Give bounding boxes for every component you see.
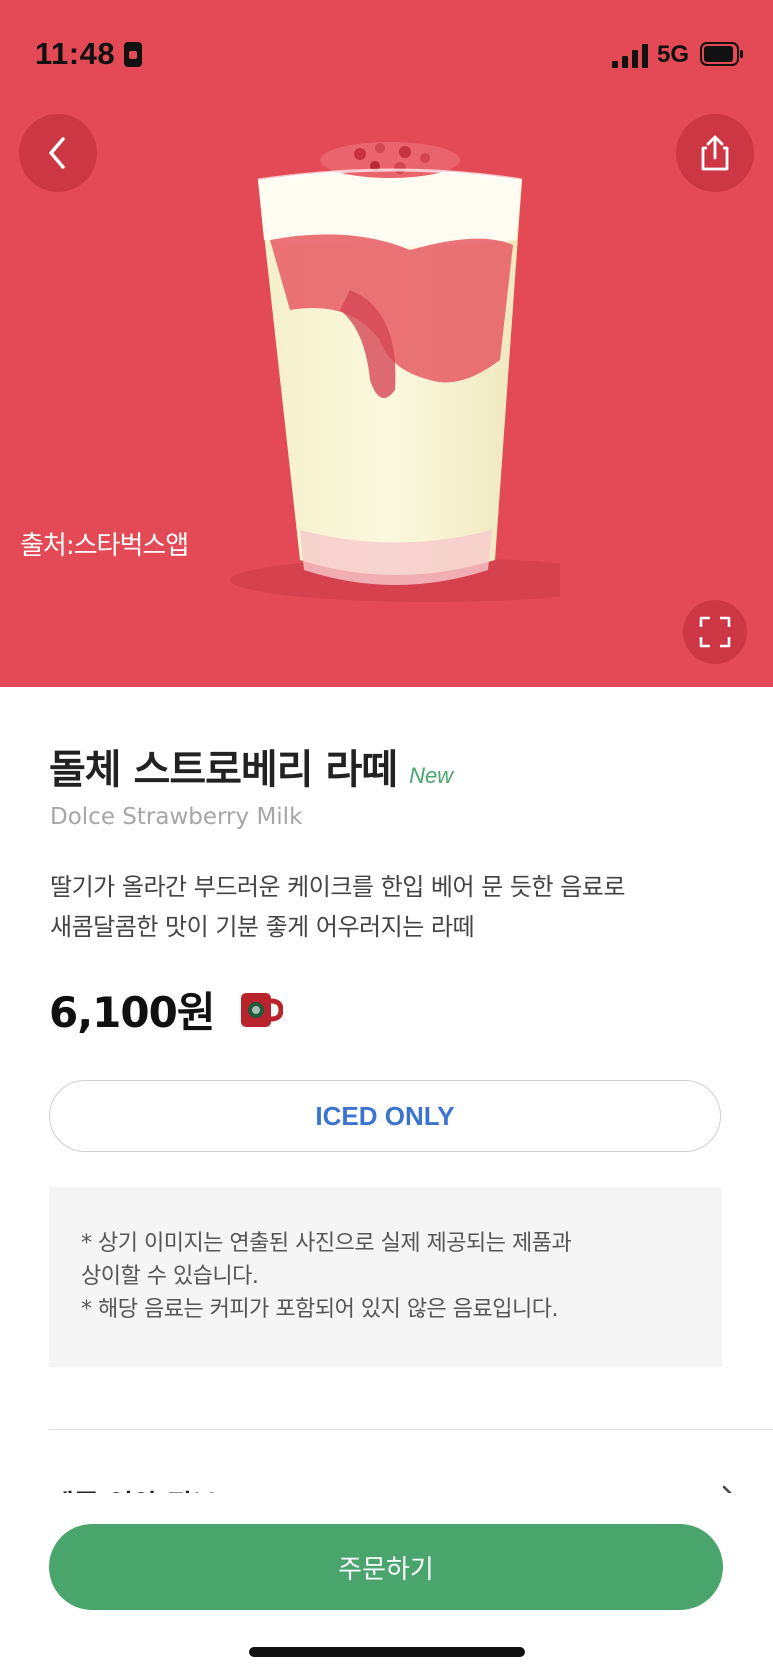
network-label: 5G — [657, 41, 690, 68]
notice-box: * 상기 이미지는 연출된 사진으로 실제 제공되는 제품과 상이할 수 있습니… — [49, 1187, 722, 1367]
drink-illustration — [230, 142, 560, 602]
description-line: 새콤달콤한 맛이 기분 좋게 어우러지는 라떼 — [50, 913, 475, 941]
mug-icon — [240, 992, 283, 1027]
product-name: 돌체 스트로베리 라떼 — [49, 747, 398, 793]
product-description: 딸기가 올라간 부드러운 케이크를 한입 베어 문 듯한 음료로 새콤달콤한 맛… — [50, 867, 730, 947]
notice-line: * 상기 이미지는 연출된 사진으로 실제 제공되는 제품과 — [81, 1231, 572, 1256]
product-price: 6,100원 — [49, 988, 215, 1037]
status-bar: 11:48 5G — [0, 0, 773, 110]
product-english-name: Dolce Strawberry Milk — [50, 804, 303, 830]
back-chevron-icon — [49, 137, 65, 169]
image-source-watermark: 출처:스타벅스앱 — [20, 531, 189, 561]
temperature-option[interactable]: ICED ONLY — [49, 1080, 721, 1152]
share-button[interactable] — [676, 114, 754, 192]
product-hero-image: 11:48 5G 출처:스타벅스앱 — [0, 0, 773, 687]
signal-icon — [612, 44, 648, 68]
fullscreen-button[interactable] — [683, 600, 747, 664]
product-title-row: 돌체 스트로베리 라떼 New — [49, 737, 453, 795]
fullscreen-icon — [699, 616, 731, 648]
share-icon — [701, 135, 729, 171]
focus-mode-icon — [124, 42, 142, 67]
notice-line: * 해당 음료는 커피가 포함되어 있지 않은 음료입니다. — [81, 1297, 559, 1322]
home-indicator — [249, 1647, 525, 1657]
section-divider — [49, 1429, 773, 1430]
price-row: 6,100원 — [49, 979, 283, 1040]
order-button[interactable]: 주문하기 — [49, 1524, 723, 1610]
notice-line: 상이할 수 있습니다. — [81, 1264, 259, 1289]
status-time: 11:48 — [35, 36, 116, 71]
back-button[interactable] — [19, 114, 97, 192]
new-badge: New — [409, 763, 454, 788]
description-line: 딸기가 올라간 부드러운 케이크를 한입 베어 문 듯한 음료로 — [50, 873, 625, 901]
battery-icon — [700, 42, 743, 66]
bottom-action-bar: 주문하기 — [0, 1493, 773, 1673]
